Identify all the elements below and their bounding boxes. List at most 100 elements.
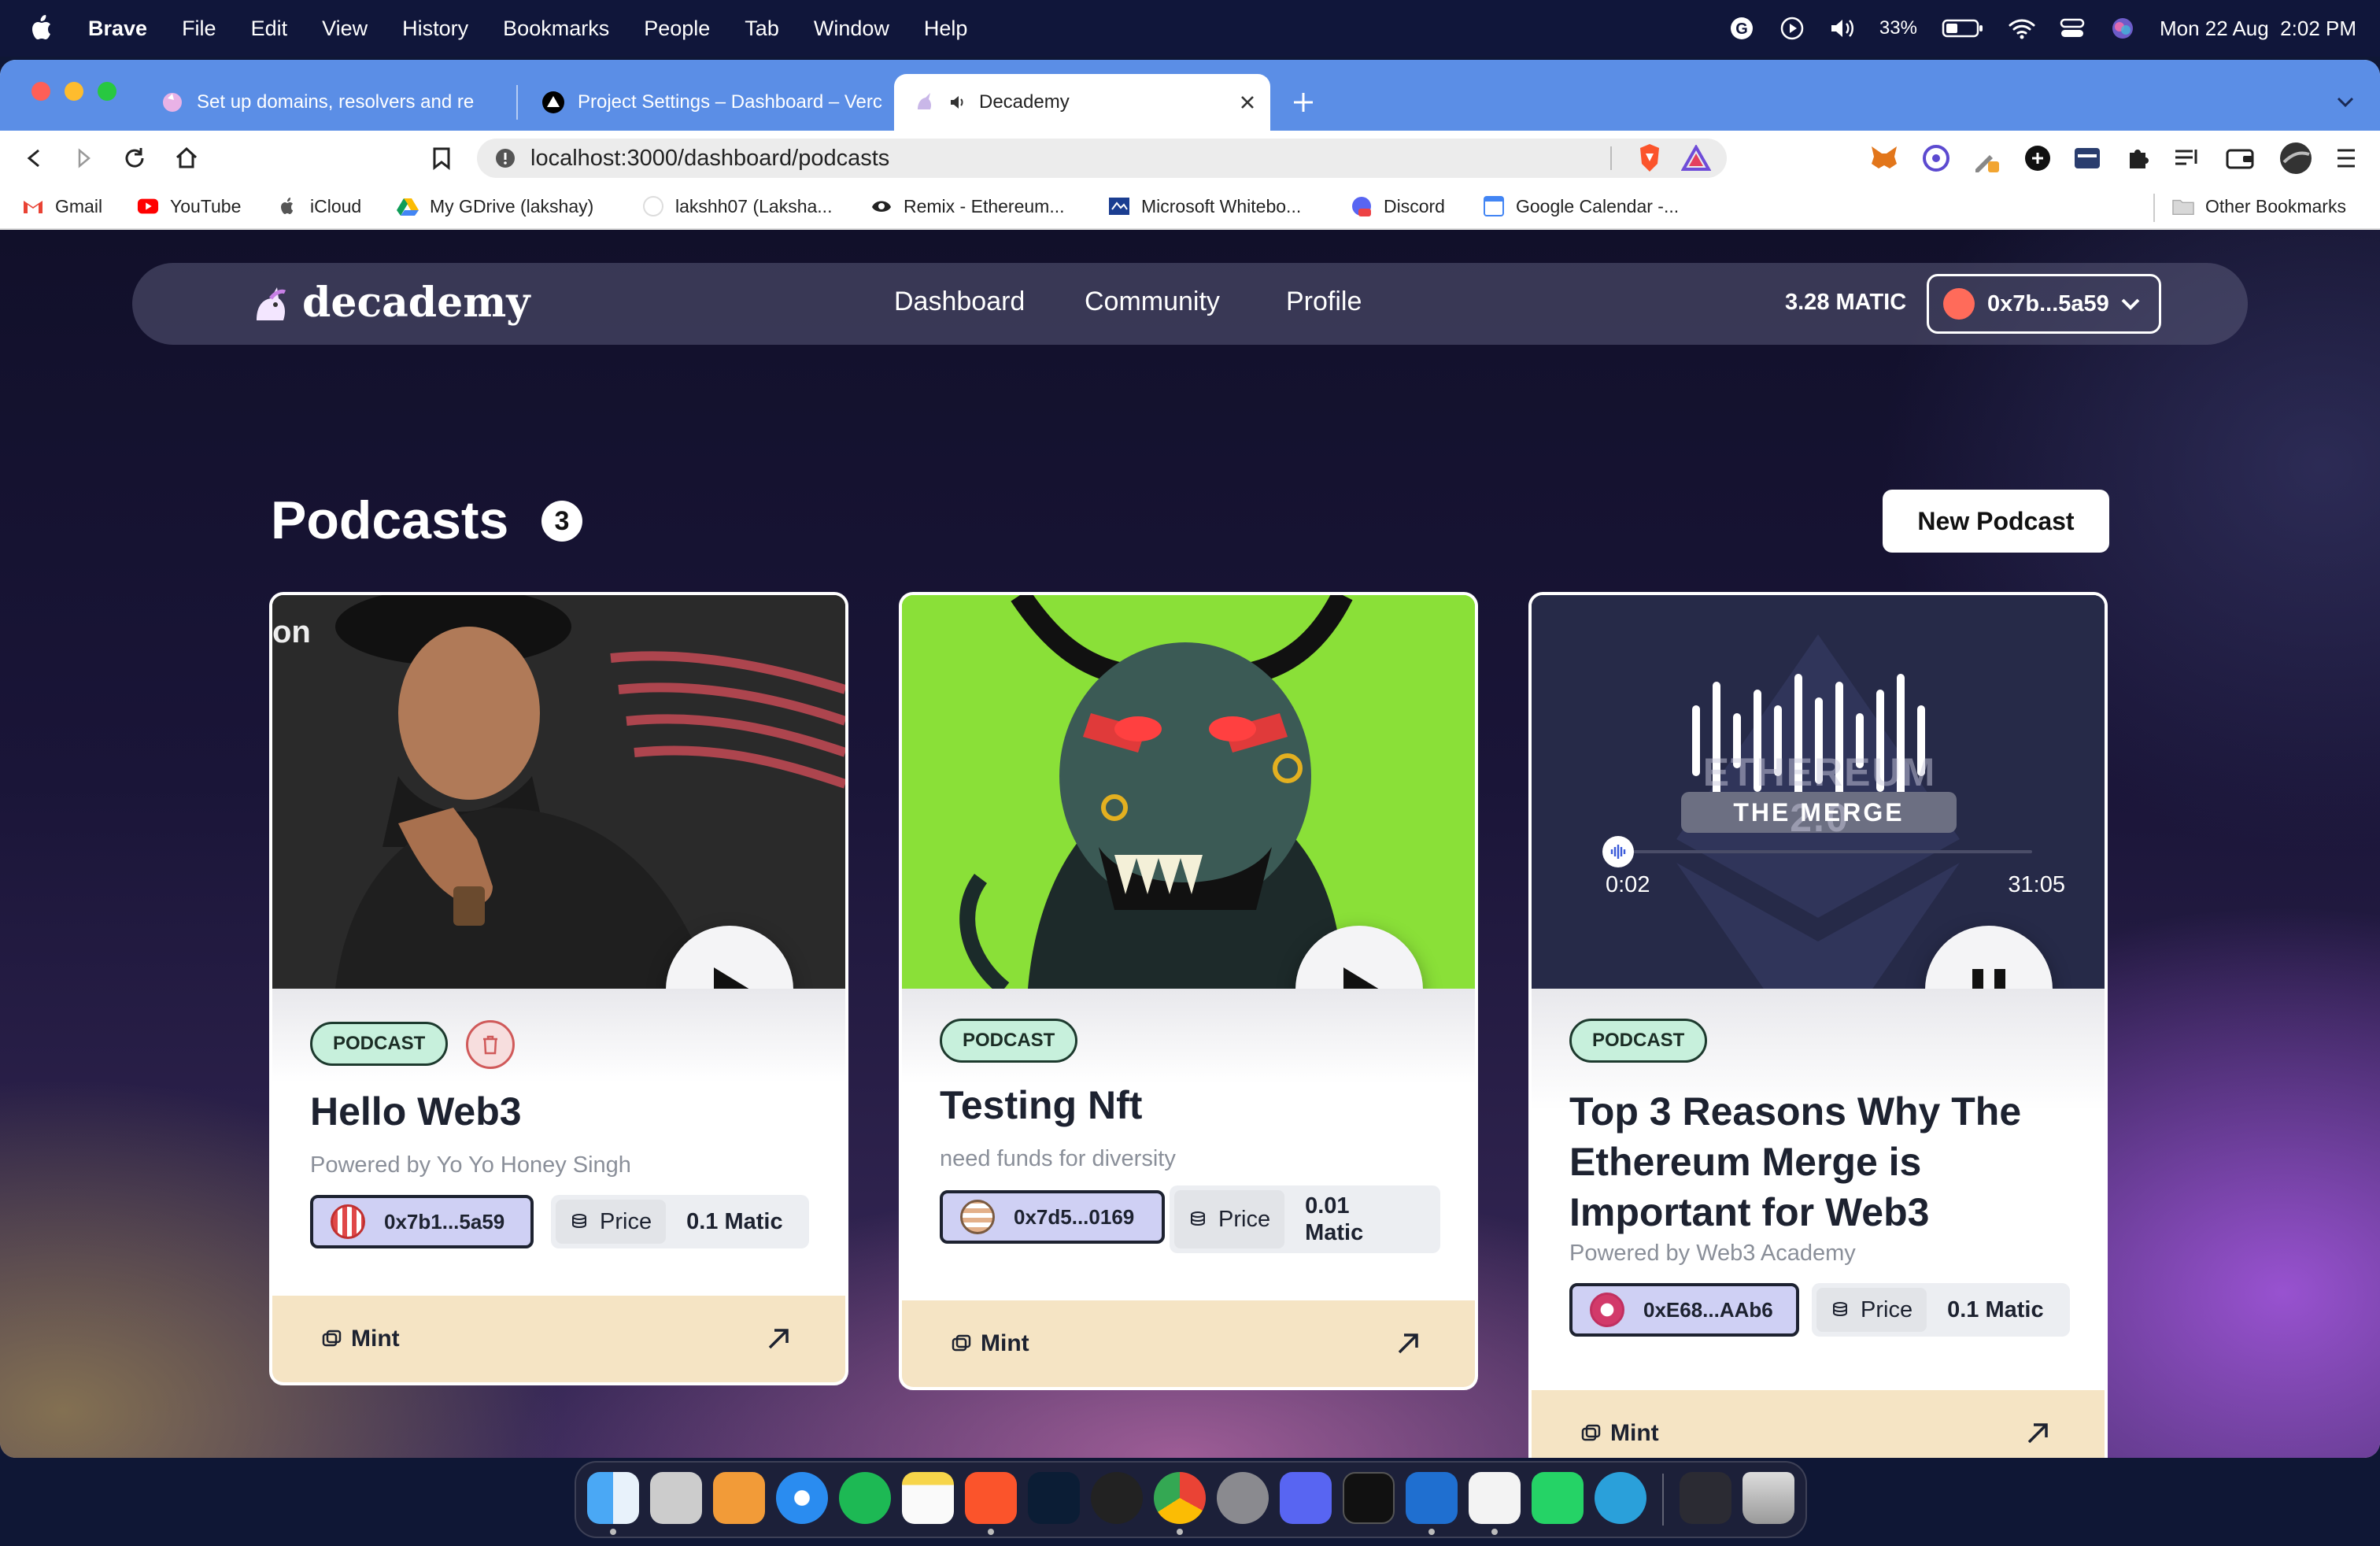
menu-bookmarks[interactable]: Bookmarks bbox=[503, 17, 609, 41]
new-tab-icon[interactable] bbox=[1291, 90, 1316, 115]
mint-button[interactable]: Mint bbox=[1532, 1390, 2105, 1458]
safari-icon[interactable] bbox=[776, 1472, 828, 1524]
menu-tab[interactable]: Tab bbox=[745, 17, 779, 41]
window-close-button[interactable] bbox=[31, 82, 50, 101]
notes-icon[interactable] bbox=[902, 1472, 954, 1524]
tab-decademy[interactable]: Decademy bbox=[894, 74, 1270, 131]
bookmark-whiteboard[interactable]: Microsoft Whitebo... bbox=[1108, 195, 1301, 217]
menu-people[interactable]: People bbox=[644, 17, 710, 41]
creator-address-chip[interactable]: 0xE68...AAb6 bbox=[1569, 1283, 1799, 1337]
obs-icon[interactable] bbox=[1091, 1472, 1143, 1524]
launchpad-icon[interactable] bbox=[650, 1472, 702, 1524]
profile-avatar-icon[interactable] bbox=[2279, 142, 2312, 175]
bookmark-gdrive[interactable]: My GDrive (lakshay) bbox=[397, 195, 593, 217]
podcast-title: Top 3 Reasons Why The Ethereum Merge is … bbox=[1569, 1089, 2022, 1234]
discord-app-icon[interactable] bbox=[1280, 1472, 1332, 1524]
bookmark-discord[interactable]: Discord bbox=[1351, 195, 1445, 217]
bookmark-remix[interactable]: Remix - Ethereum... bbox=[870, 195, 1065, 217]
menu-view[interactable]: View bbox=[322, 17, 368, 41]
bookmark-google-calendar[interactable]: Google Calendar -... bbox=[1483, 195, 1679, 217]
mint-button[interactable]: Mint bbox=[272, 1296, 845, 1382]
site-info-icon[interactable] bbox=[494, 147, 516, 169]
menu-app-name[interactable]: Brave bbox=[88, 17, 147, 41]
finder-icon[interactable] bbox=[587, 1472, 639, 1524]
window-zoom-button[interactable] bbox=[98, 82, 116, 101]
folder-icon bbox=[2172, 195, 2194, 217]
brave-rewards-icon[interactable] bbox=[1681, 145, 1711, 172]
tab-search-chevron-icon[interactable] bbox=[2334, 91, 2356, 113]
reading-list-icon[interactable] bbox=[2174, 146, 2201, 170]
brave-browser-icon[interactable] bbox=[965, 1472, 1017, 1524]
seek-handle[interactable] bbox=[1602, 836, 1634, 867]
browser-window: Set up domains, resolvers and re Project… bbox=[0, 60, 2380, 1458]
browser-toolbar: localhost:3000/dashboard/podcasts bbox=[0, 131, 2380, 186]
menubar-clock[interactable]: Mon 22 Aug 2:02 PM bbox=[2160, 17, 2356, 41]
vscode-icon[interactable] bbox=[1406, 1472, 1458, 1524]
extensions-puzzle-icon[interactable] bbox=[2125, 145, 2152, 172]
bookmark-page-button[interactable] bbox=[425, 142, 458, 175]
bookmark-icloud[interactable]: iCloud bbox=[277, 195, 361, 217]
volume-icon[interactable] bbox=[1829, 15, 1856, 42]
telegram-icon[interactable] bbox=[1595, 1472, 1646, 1524]
menu-help[interactable]: Help bbox=[924, 17, 968, 41]
grammarly-icon[interactable]: G bbox=[1728, 15, 1755, 42]
extension-card-icon[interactable] bbox=[2073, 146, 2101, 170]
reload-button[interactable] bbox=[118, 142, 151, 175]
trash-bin-icon[interactable] bbox=[1743, 1472, 1794, 1524]
bookmark-github[interactable]: lakshh07 (Laksha... bbox=[642, 195, 832, 217]
terminal-icon[interactable] bbox=[1343, 1472, 1395, 1524]
eyedropper-extension-icon[interactable] bbox=[1971, 142, 2002, 174]
apple-icon[interactable] bbox=[28, 13, 57, 44]
wallet-account-button[interactable]: 0x7b...5a59 bbox=[1927, 274, 2161, 334]
nav-profile-link[interactable]: Profile bbox=[1286, 287, 1362, 317]
creator-address-chip[interactable]: 0x7d5...0169 bbox=[940, 1190, 1165, 1244]
menu-window[interactable]: Window bbox=[814, 17, 889, 41]
media-play-icon[interactable] bbox=[1779, 15, 1805, 42]
wifi-icon[interactable] bbox=[2009, 15, 2035, 42]
system-preferences-icon[interactable] bbox=[1217, 1472, 1269, 1524]
extension-circle-icon[interactable] bbox=[1922, 144, 1950, 172]
back-button[interactable] bbox=[17, 142, 50, 175]
extension-dark-circle-icon[interactable] bbox=[2024, 145, 2051, 172]
tab-audio-icon[interactable] bbox=[949, 94, 966, 111]
menu-history[interactable]: History bbox=[402, 17, 468, 41]
creator-address-chip[interactable]: 0x7b1...5a59 bbox=[310, 1195, 534, 1248]
tab-strip: Set up domains, resolvers and re Project… bbox=[0, 60, 2380, 131]
window-minimize-button[interactable] bbox=[65, 82, 83, 101]
tab-vercel-settings[interactable]: Project Settings – Dashboard – Verc bbox=[523, 74, 893, 131]
tab-close-icon[interactable] bbox=[1239, 94, 1256, 111]
menu-edit[interactable]: Edit bbox=[251, 17, 288, 41]
bookmark-youtube[interactable]: YouTube bbox=[137, 195, 241, 217]
delete-podcast-button[interactable] bbox=[466, 1020, 515, 1069]
mint-button[interactable]: Mint bbox=[902, 1300, 1475, 1387]
textedit-icon[interactable] bbox=[1469, 1472, 1521, 1524]
podcast-card-body: PODCAST Testing Nft need funds for diver… bbox=[902, 989, 1475, 1304]
bookmark-icon bbox=[433, 147, 450, 170]
brand-logo[interactable]: decademy bbox=[249, 279, 530, 327]
chrome-icon[interactable] bbox=[1154, 1472, 1206, 1524]
metamask-extension-icon[interactable] bbox=[1868, 143, 1900, 173]
bookmark-gmail[interactable]: Gmail bbox=[22, 195, 102, 217]
price-label-chip: Price bbox=[1174, 1190, 1285, 1248]
siri-icon[interactable] bbox=[2109, 15, 2136, 42]
new-podcast-button[interactable]: New Podcast bbox=[1883, 490, 2109, 553]
nav-dashboard-link[interactable]: Dashboard bbox=[894, 287, 1025, 317]
other-bookmarks-folder[interactable]: Other Bookmarks bbox=[2172, 195, 2346, 217]
address-bar[interactable]: localhost:3000/dashboard/podcasts bbox=[477, 139, 1727, 178]
whatsapp-icon[interactable] bbox=[1532, 1472, 1584, 1524]
minimized-window-icon[interactable] bbox=[1680, 1472, 1731, 1524]
nav-community-link[interactable]: Community bbox=[1085, 287, 1220, 317]
battery-icon[interactable] bbox=[1941, 15, 1985, 42]
spotify-icon[interactable] bbox=[839, 1472, 891, 1524]
photoshop-icon[interactable] bbox=[1028, 1472, 1080, 1524]
tab-ens-setup[interactable]: Set up domains, resolvers and re bbox=[142, 74, 512, 131]
browser-menu-icon[interactable] bbox=[2334, 146, 2358, 171]
forward-button[interactable] bbox=[68, 142, 101, 175]
brave-shields-icon[interactable] bbox=[1635, 142, 1664, 174]
menu-file[interactable]: File bbox=[182, 17, 216, 41]
wallet-icon[interactable] bbox=[2226, 146, 2254, 171]
control-center-icon[interactable] bbox=[2059, 15, 2086, 42]
home-button[interactable] bbox=[170, 142, 203, 175]
price-label: Price bbox=[600, 1208, 652, 1234]
sublime-text-icon[interactable] bbox=[713, 1472, 765, 1524]
